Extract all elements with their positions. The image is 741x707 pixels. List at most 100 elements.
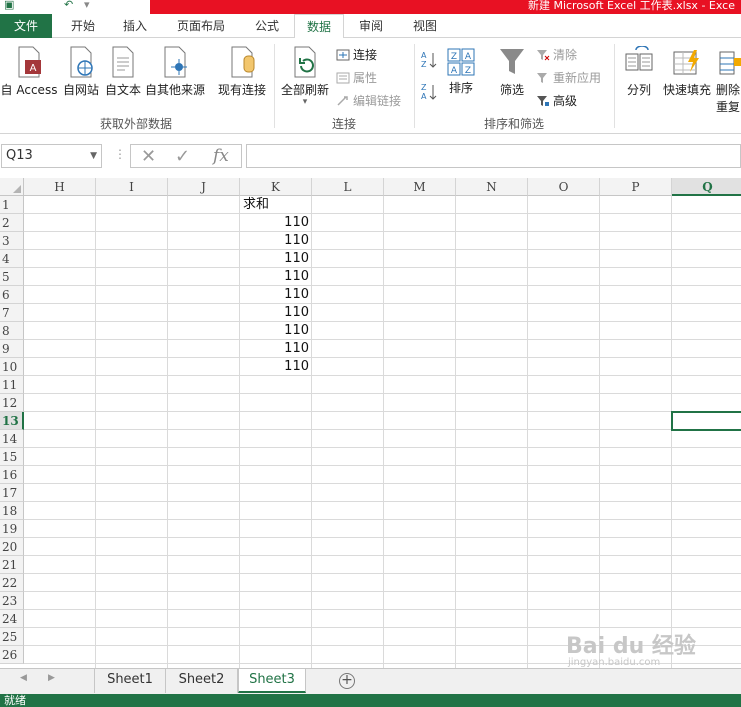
connections-button[interactable]: 连接: [336, 46, 377, 63]
text-to-columns-button[interactable]: 分列: [620, 46, 658, 98]
refresh-all-button[interactable]: 全部刷新 ▾: [278, 46, 332, 107]
row-header-8[interactable]: 8: [0, 322, 24, 340]
refresh-dropdown-icon[interactable]: ▾: [278, 98, 332, 107]
advanced-filter-button[interactable]: 高级: [536, 92, 577, 109]
column-header-o[interactable]: O: [528, 178, 600, 196]
column-header-l[interactable]: L: [312, 178, 384, 196]
row-header-19[interactable]: 19: [0, 520, 24, 538]
row-header-22[interactable]: 22: [0, 574, 24, 592]
connections-icon: [336, 49, 350, 61]
row-header-25[interactable]: 25: [0, 628, 24, 646]
row-header-6[interactable]: 6: [0, 286, 24, 304]
connections-label: 连接: [353, 48, 378, 62]
row-header-15[interactable]: 15: [0, 448, 24, 466]
from-access-button[interactable]: A 自 Access: [0, 46, 58, 98]
row-header-10[interactable]: 10: [0, 358, 24, 376]
row-header-26[interactable]: 26: [0, 646, 24, 664]
tab-insert[interactable]: 插入: [110, 14, 160, 38]
tab-data[interactable]: 数据: [294, 14, 344, 39]
cancel-icon[interactable]: ✕: [141, 146, 156, 167]
tab-home[interactable]: 开始: [58, 14, 108, 38]
select-all-corner[interactable]: [0, 178, 24, 196]
flash-fill-button[interactable]: 快速填充: [660, 46, 714, 98]
filter-button[interactable]: 筛选: [494, 46, 530, 98]
column-header-j[interactable]: J: [168, 178, 240, 196]
cell-k5[interactable]: 110: [240, 268, 312, 286]
row-header-13[interactable]: 13: [0, 412, 24, 430]
cell-k2[interactable]: 110: [240, 214, 312, 232]
column-header-k[interactable]: K: [240, 178, 312, 196]
cell-k8[interactable]: 110: [240, 322, 312, 340]
group-label-connections: 连接: [331, 117, 356, 131]
sheet-tab-sheet1[interactable]: Sheet1: [94, 669, 166, 693]
row-header-9[interactable]: 9: [0, 340, 24, 358]
cell-k3[interactable]: 110: [240, 232, 312, 250]
tab-page-layout[interactable]: 页面布局: [168, 14, 234, 38]
row-header-2[interactable]: 2: [0, 214, 24, 232]
row-header-1[interactable]: 1: [0, 196, 24, 214]
tab-view[interactable]: 视图: [402, 14, 448, 38]
properties-button[interactable]: 属性: [336, 69, 377, 86]
add-sheet-button[interactable]: +: [339, 673, 355, 689]
row-header-17[interactable]: 17: [0, 484, 24, 502]
cell-k1[interactable]: 求和: [240, 196, 312, 214]
undo-icon[interactable]: ↶: [64, 0, 73, 11]
name-box-dropdown-icon[interactable]: ▼: [90, 145, 97, 167]
column-header-q[interactable]: Q: [672, 178, 741, 196]
tab-file[interactable]: 文件: [0, 14, 52, 38]
column-header-h[interactable]: H: [24, 178, 96, 196]
tab-formulas[interactable]: 公式: [244, 14, 290, 38]
sort-ascending-button[interactable]: AZ: [420, 50, 438, 73]
column-header-i[interactable]: I: [96, 178, 168, 196]
from-web-button[interactable]: 自网站: [60, 46, 102, 98]
sheet-tab-sheet2[interactable]: Sheet2: [166, 669, 238, 693]
column-header-n[interactable]: N: [456, 178, 528, 196]
edit-links-button[interactable]: 编辑链接: [336, 92, 401, 109]
row-header-11[interactable]: 11: [0, 376, 24, 394]
worksheet-grid[interactable]: H I J K L M N O P Q 1 2 3 4 5 6 7 8 9 10 11 12 13 14 15 16 17 18 19 2…: [0, 178, 741, 668]
clear-filter-button[interactable]: 清除: [536, 46, 577, 63]
row-header-5[interactable]: 5: [0, 268, 24, 286]
from-other-sources-label: 自其他来源: [144, 83, 205, 97]
sort-button[interactable]: ZAAZ 排序: [444, 48, 478, 96]
sort-descending-button[interactable]: ZA: [420, 82, 438, 105]
from-other-sources-button[interactable]: 自其他来源: [144, 46, 206, 98]
scroll-left-icon[interactable]: ◀: [20, 673, 27, 683]
row-header-20[interactable]: 20: [0, 538, 24, 556]
formula-input[interactable]: [246, 144, 741, 168]
existing-connections-button[interactable]: 现有连接: [214, 46, 270, 98]
row-header-3[interactable]: 3: [0, 232, 24, 250]
cell-k10[interactable]: 110: [240, 358, 312, 376]
remove-duplicates-button[interactable]: 删除 重复: [716, 46, 741, 115]
row-header-12[interactable]: 12: [0, 394, 24, 412]
row-header-14[interactable]: 14: [0, 430, 24, 448]
row-header-24[interactable]: 24: [0, 610, 24, 628]
name-box[interactable]: Q13 ▼: [1, 144, 102, 168]
sheet-tab-sheet3[interactable]: Sheet3: [238, 669, 306, 693]
cell-k9[interactable]: 110: [240, 340, 312, 358]
row-header-18[interactable]: 18: [0, 502, 24, 520]
tab-review[interactable]: 审阅: [348, 14, 394, 38]
svg-text:Z: Z: [421, 60, 427, 69]
column-header-p[interactable]: P: [600, 178, 672, 196]
row-header-4[interactable]: 4: [0, 250, 24, 268]
cell-k4[interactable]: 110: [240, 250, 312, 268]
sheet-tab-bar: ◀ ▶ Sheet1 Sheet2 Sheet3 +: [0, 668, 741, 694]
cell-k6[interactable]: 110: [240, 286, 312, 304]
from-text-button[interactable]: 自文本: [102, 46, 144, 98]
cell-k7[interactable]: 110: [240, 304, 312, 322]
text-file-icon: [112, 46, 134, 78]
formula-bar-grip-icon[interactable]: ⋮: [114, 147, 126, 161]
edit-links-label: 编辑链接: [353, 94, 402, 108]
redo-dropdown-icon[interactable]: ▾: [84, 0, 90, 11]
row-header-7[interactable]: 7: [0, 304, 24, 322]
reapply-button[interactable]: 重新应用: [536, 69, 601, 86]
enter-check-icon[interactable]: ✓: [175, 146, 190, 167]
active-cell[interactable]: [671, 411, 741, 431]
row-header-16[interactable]: 16: [0, 466, 24, 484]
column-header-m[interactable]: M: [384, 178, 456, 196]
row-header-23[interactable]: 23: [0, 592, 24, 610]
insert-function-icon[interactable]: fx: [213, 146, 229, 166]
row-header-21[interactable]: 21: [0, 556, 24, 574]
scroll-right-icon[interactable]: ▶: [48, 673, 55, 683]
